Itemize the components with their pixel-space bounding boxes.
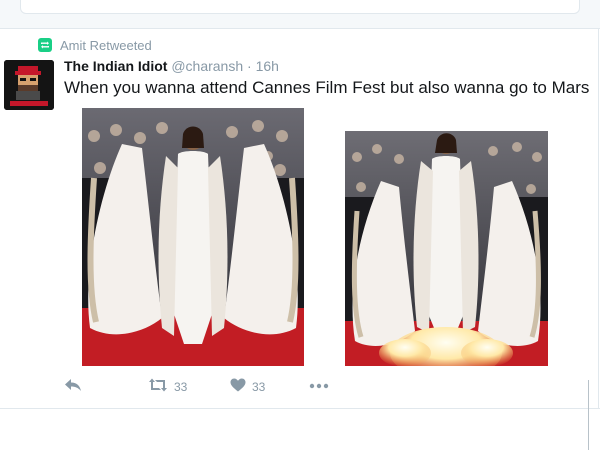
tweet-photo-original[interactable]	[82, 108, 304, 366]
retweet-button[interactable]: 33	[148, 378, 187, 395]
pixel-avatar-icon[interactable]	[4, 60, 54, 110]
separator-dot: ·	[247, 58, 252, 74]
like-button[interactable]: 33	[230, 378, 265, 395]
handle[interactable]: @charansh	[171, 58, 243, 74]
scroll-edge	[588, 380, 589, 450]
more-dots-icon	[309, 378, 329, 392]
tweet-bottom-border	[0, 408, 600, 409]
tweet-photo-edited[interactable]	[345, 131, 548, 366]
tweet-text: When you wanna attend Cannes Film Fest b…	[64, 78, 590, 97]
top-strip	[0, 0, 600, 29]
retweet-context: Amit Retweeted	[38, 37, 152, 53]
more-button[interactable]	[309, 378, 329, 392]
tweet-actions: 33 33	[64, 378, 384, 398]
display-name[interactable]: The Indian Idiot	[64, 58, 167, 74]
heart-icon	[230, 378, 246, 395]
compose-box[interactable]	[20, 0, 580, 14]
reply-icon	[64, 378, 82, 395]
like-count: 33	[252, 379, 266, 394]
retweet-icon	[38, 38, 52, 52]
retweet-icon	[148, 378, 168, 395]
reply-button[interactable]	[64, 378, 82, 395]
retweet-count: 33	[174, 379, 188, 394]
tweet-header: The Indian Idiot @charansh · 16h	[64, 58, 279, 74]
retweet-label[interactable]: Amit Retweeted	[60, 38, 152, 53]
divider	[598, 28, 599, 408]
timestamp[interactable]: 16h	[256, 58, 279, 74]
